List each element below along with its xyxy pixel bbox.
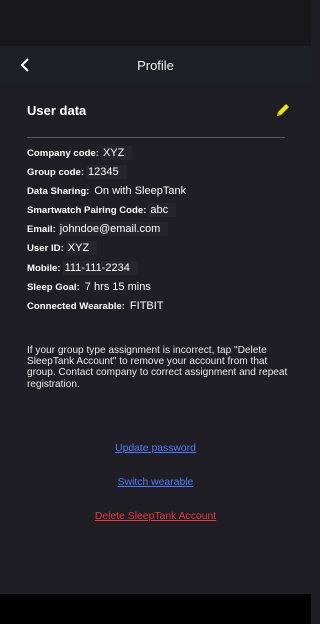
field-label: Company code: [27, 148, 99, 159]
field-user-id: User ID: XYZ [27, 239, 297, 258]
field-data-sharing: Data Sharing: On with SleepTank [27, 182, 297, 201]
field-value: XYZ [100, 146, 133, 160]
field-value: XYZ [65, 241, 98, 256]
field-label: Data Sharing: [27, 186, 90, 198]
pencil-icon [277, 104, 289, 116]
field-value: 7 hrs 15 mins [84, 280, 151, 293]
field-label: Group code: [27, 167, 85, 179]
field-mobile: Mobile: 111-111-2234 [27, 259, 297, 278]
page-title: Profile [137, 58, 174, 73]
divider [27, 137, 285, 138]
field-label: Email: [27, 224, 56, 236]
field-pairing-code: Smartwatch Pairing Code: abc [27, 201, 297, 220]
chevron-left-icon [20, 58, 29, 72]
field-connected-wearable: Connected Wearable: FITBIT [27, 297, 297, 316]
switch-wearable-link[interactable]: Switch wearable [0, 477, 311, 488]
field-sleep-goal: Sleep Goal: 7 hrs 15 mins [27, 278, 297, 297]
field-label: Smartwatch Pairing Code: [27, 205, 147, 217]
header: Profile [0, 46, 311, 86]
field-value: 12345 [86, 165, 127, 180]
navigation-bar [0, 594, 311, 624]
field-label: Sleep Goal: [27, 281, 80, 293]
field-value: 111-111-2234 [62, 260, 138, 275]
field-value: abc [148, 203, 177, 218]
field-value: johndoe@email.com [57, 222, 169, 237]
update-password-link[interactable]: Update password [0, 443, 311, 454]
user-data-list: Company code: XYZ Group code: 12345 Data S… [27, 144, 297, 316]
edit-button[interactable] [274, 101, 292, 119]
field-value: On with SleepTank [94, 185, 187, 198]
field-label: User ID: [27, 243, 64, 255]
group-assignment-note: If your group type assignment is incorre… [27, 345, 288, 390]
field-label: Mobile: [27, 262, 61, 274]
field-company-code: Company code: XYZ [27, 144, 297, 163]
back-button[interactable] [18, 54, 38, 76]
status-bar [0, 0, 311, 46]
field-label: Connected Wearable: [27, 300, 125, 312]
delete-account-link[interactable]: Delete SleepTank Account [0, 511, 311, 522]
field-value: FITBIT [129, 299, 164, 312]
field-email: Email: johndoe@email.com [27, 220, 297, 239]
section-title: User data [27, 103, 87, 118]
field-group-code: Group code: 12345 [27, 163, 297, 182]
